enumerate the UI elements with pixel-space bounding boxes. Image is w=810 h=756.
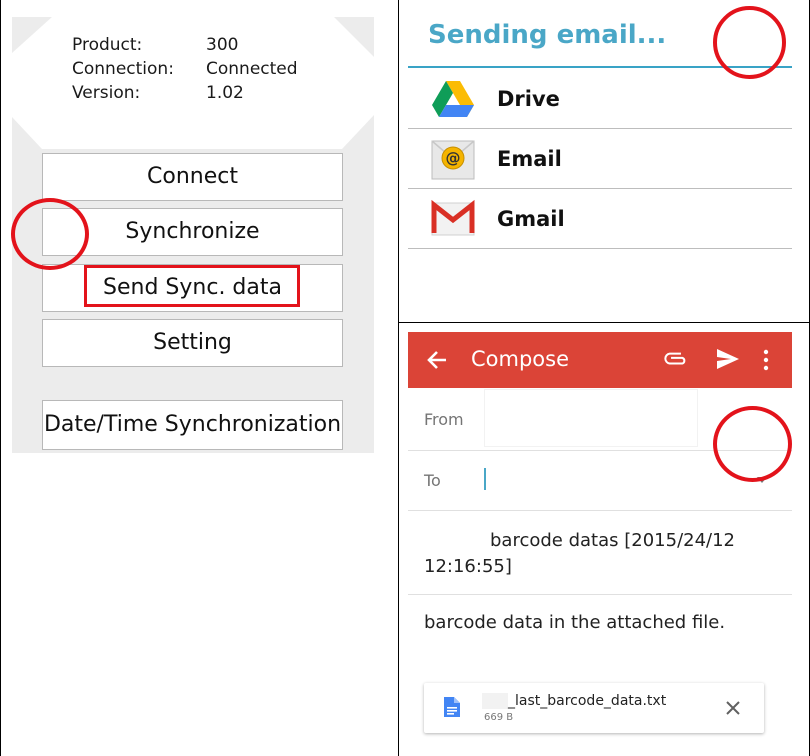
- subject-text: barcode datas [2015/24/12 12:16:55]: [424, 530, 736, 577]
- info-value-connection: Connected: [206, 59, 298, 79]
- close-icon[interactable]: [726, 701, 740, 715]
- device-info-panel: Product: 300 Connection: Connected Version…: [12, 17, 374, 149]
- subject-separator: [408, 594, 792, 595]
- email-at-icon: @: [431, 140, 475, 180]
- compose-app-bar: Compose: [408, 332, 792, 388]
- overflow-menu-icon[interactable]: [762, 348, 770, 372]
- share-option-gmail[interactable]: Gmail: [408, 189, 792, 249]
- share-option-email[interactable]: @ Email: [408, 129, 792, 189]
- share-option-drive[interactable]: Drive: [408, 69, 792, 129]
- share-option-email-label: Email: [497, 147, 562, 171]
- send-icon[interactable]: [715, 347, 741, 371]
- setting-button[interactable]: Setting: [42, 319, 343, 367]
- share-dialog-title: Sending email...: [428, 20, 667, 50]
- svg-text:@: @: [446, 149, 461, 167]
- document-file-icon: [444, 697, 460, 717]
- from-label: From: [424, 410, 464, 429]
- datetime-sync-button-label: Date/Time Synchronization: [43, 412, 342, 437]
- info-row-connection: Connection: Connected: [72, 59, 298, 79]
- setting-button-label: Setting: [153, 330, 232, 355]
- info-value-version: 1.02: [206, 83, 244, 103]
- subject-field[interactable]: barcode datas [2015/24/12 12:16:55]: [424, 528, 764, 580]
- info-value-product: 300: [206, 35, 239, 55]
- info-key-product: Product:: [72, 35, 143, 55]
- to-label: To: [424, 471, 441, 490]
- info-row-product: Product: 300: [72, 35, 238, 55]
- connect-button[interactable]: Connect: [42, 153, 343, 201]
- to-separator: [408, 510, 792, 511]
- attachment-filename: _last_barcode_data.txt: [508, 693, 667, 709]
- datetime-sync-button[interactable]: Date/Time Synchronization: [42, 400, 343, 450]
- gmail-icon: [431, 199, 475, 236]
- attachment-chip[interactable]: _last_barcode_data.txt 669 B: [424, 683, 764, 733]
- google-drive-icon: [432, 81, 474, 117]
- gmail-compose-screen: Compose From To barcode datas [2015/24/1…: [408, 332, 792, 756]
- annotation-circle-left: [11, 198, 89, 270]
- frame-left-border: [0, 0, 1, 756]
- info-key-version: Version:: [72, 83, 141, 103]
- info-row-version: Version: 1.02: [72, 83, 244, 103]
- compose-title: Compose: [471, 347, 570, 371]
- from-field-redacted[interactable]: [485, 390, 697, 446]
- attachment-filesize: 669 B: [484, 712, 514, 723]
- attachment-name-redacted: [482, 693, 508, 709]
- info-key-connection: Connection:: [72, 59, 174, 79]
- frame-center-divider: [398, 0, 399, 756]
- share-option-gmail-label: Gmail: [497, 207, 565, 231]
- attach-paperclip-icon[interactable]: [664, 348, 688, 372]
- frame-right-horizontal-divider: [398, 322, 810, 323]
- to-input[interactable]: [484, 458, 744, 498]
- back-arrow-icon[interactable]: [426, 349, 448, 371]
- message-body[interactable]: barcode data in the attached file.: [424, 612, 725, 633]
- annotation-circle-compose: [713, 406, 792, 482]
- connect-button-label: Connect: [147, 164, 238, 189]
- share-option-drive-label: Drive: [497, 87, 560, 111]
- annotation-highlight-send-sync: [84, 265, 300, 307]
- annotation-circle-share: [713, 6, 786, 79]
